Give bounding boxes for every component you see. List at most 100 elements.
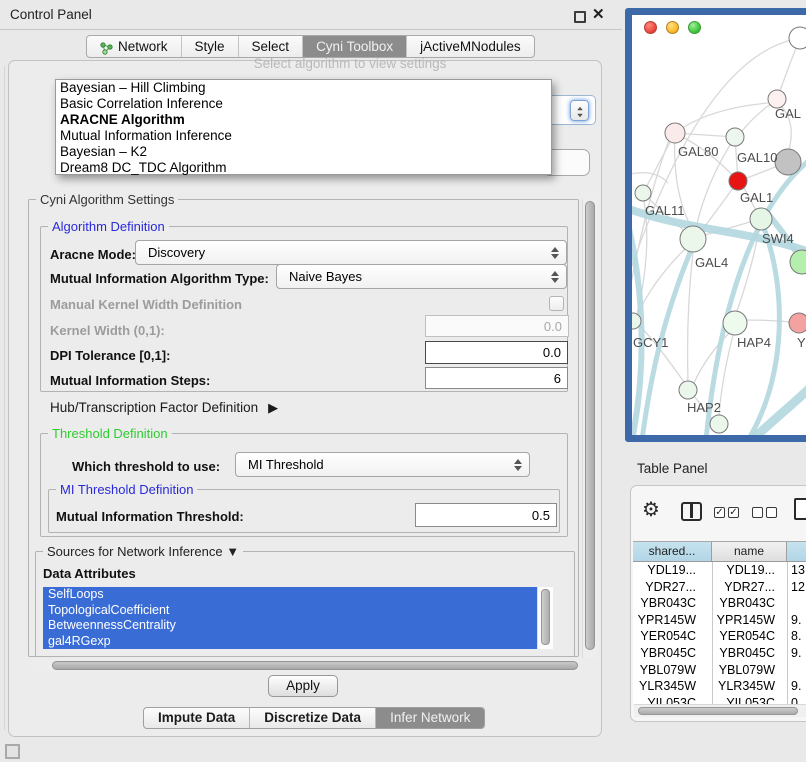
scrollbar-thumb[interactable]	[541, 589, 550, 645]
new-table-icon[interactable]	[794, 498, 806, 520]
table-row[interactable]: YDL19...YDL19...13	[633, 562, 806, 579]
network-node[interactable]	[789, 27, 806, 49]
select-all-icon[interactable]: ✓	[714, 507, 725, 518]
minimized-panel-icon[interactable]	[5, 744, 20, 759]
table-row[interactable]: YPR145WYPR145W9.	[633, 612, 806, 629]
tab-jactivemnodules[interactable]: jActiveMNodules	[407, 36, 534, 57]
window-zoom-icon[interactable]	[688, 21, 701, 34]
combo-stepper-icon[interactable]	[570, 100, 589, 121]
tab-select[interactable]: Select	[239, 36, 304, 57]
network-node[interactable]	[775, 149, 801, 175]
float-window-icon[interactable]	[574, 11, 586, 23]
bottom-tab-impute-data[interactable]: Impute Data	[144, 708, 250, 728]
algorithm-option[interactable]: Mutual Information Inference	[56, 128, 551, 144]
table-row[interactable]: YER054CYER054C8.	[633, 628, 806, 645]
kernel-width-field[interactable]	[425, 315, 569, 337]
data-attributes-scrollbar[interactable]	[537, 587, 553, 649]
panel-left-divider	[4, 66, 5, 730]
table-cell: YER054C	[712, 628, 787, 645]
network-node[interactable]	[680, 226, 706, 252]
tab-cyni-toolbox[interactable]: Cyni Toolbox	[303, 36, 407, 57]
data-attribute-item[interactable]: gal4RGexp	[43, 634, 537, 649]
network-edge	[688, 252, 693, 381]
which-threshold-select[interactable]: MI Threshold	[235, 452, 530, 477]
mi-algorithm-type-select[interactable]: Naive Bayes	[276, 264, 567, 289]
window-minimize-icon[interactable]	[666, 21, 679, 34]
network-node[interactable]	[710, 415, 728, 433]
column-header[interactable]: shared...	[633, 542, 712, 561]
network-node[interactable]	[635, 185, 651, 201]
algorithm-combo-placeholder[interactable]: Select algorithm to view settings	[120, 56, 580, 71]
network-node[interactable]	[723, 311, 747, 335]
network-node[interactable]	[790, 250, 806, 274]
table-cell: 13	[787, 562, 806, 579]
network-canvas[interactable]: GAL80GAL10GAL11GAL1SWI4GAL4GCY1HAP4YHAP2…	[632, 15, 806, 435]
table-horizontal-scrollbar[interactable]	[634, 704, 806, 717]
window-close-icon[interactable]	[644, 21, 657, 34]
column-header[interactable]	[787, 542, 806, 561]
node-label: GAL1	[740, 190, 773, 205]
bottom-tab-discretize-data[interactable]: Discretize Data	[250, 708, 376, 728]
panel-title: Control Panel	[10, 7, 92, 22]
table-cell: 9.	[787, 612, 806, 629]
cyni-settings-title: Cyni Algorithm Settings	[36, 192, 178, 207]
table-cell: YLR345W	[633, 678, 712, 695]
node-label: GAL80	[678, 144, 718, 159]
algorithm-option[interactable]: Bayesian – K2	[56, 144, 551, 160]
table-body: YDL19...YDL19...13YDR27...YDR27...12YBR0…	[633, 562, 806, 704]
mi-steps-field[interactable]	[425, 367, 568, 389]
scrollbar-thumb[interactable]	[585, 201, 595, 650]
aracne-mode-label: Aracne Mode:	[50, 247, 136, 262]
network-edge-highlighted	[752, 383, 806, 435]
table-cell: YDL19...	[712, 562, 787, 579]
algorithm-option[interactable]: Basic Correlation Inference	[56, 96, 551, 112]
tab-style[interactable]: Style	[182, 36, 239, 57]
aracne-mode-select[interactable]: Discovery	[135, 240, 567, 265]
deselect-all-icon[interactable]	[766, 507, 777, 518]
data-attribute-item[interactable]: BetweennessCentrality	[43, 618, 537, 634]
table-row[interactable]: YDR27...YDR27...12	[633, 579, 806, 596]
bottom-tab-infer-network[interactable]: Infer Network	[376, 708, 484, 728]
select-all-icon[interactable]: ✓	[728, 507, 739, 518]
dpi-tolerance-field[interactable]	[425, 341, 568, 364]
column-header[interactable]: name	[712, 542, 787, 561]
mi-threshold-label: Mutual Information Threshold:	[56, 509, 244, 524]
network-node[interactable]	[679, 381, 697, 399]
data-attributes-label: Data Attributes	[43, 566, 136, 581]
data-attribute-item[interactable]: TopologicalCoefficient	[43, 603, 537, 619]
table-row[interactable]: YIL053CYIL053C0.	[633, 695, 806, 704]
mi-threshold-field[interactable]	[415, 503, 557, 527]
apply-button[interactable]: Apply	[268, 675, 338, 697]
tab-network[interactable]: Network	[87, 36, 182, 57]
network-node[interactable]	[726, 128, 744, 146]
table-row[interactable]: YBR045CYBR045C9.	[633, 645, 806, 662]
algorithm-option[interactable]: ARACNE Algorithm	[56, 112, 551, 128]
network-node[interactable]	[729, 172, 747, 190]
sources-group-title[interactable]: Sources for Network Inference ▼	[43, 544, 243, 559]
close-icon[interactable]: ✕	[592, 6, 605, 24]
column-divider	[712, 562, 713, 704]
hub-definition-toggle[interactable]: Hub/Transcription Factor Definition▶	[50, 400, 278, 416]
table-row[interactable]: YBL079WYBL079W	[633, 662, 806, 679]
control-panel-titlebar: Control Panel	[0, 0, 622, 30]
table-header-row: shared...name	[633, 541, 806, 562]
manual-kernel-checkbox[interactable]	[549, 296, 564, 311]
node-label: Y	[797, 335, 806, 350]
scrollbar-thumb[interactable]	[52, 661, 578, 670]
data-attribute-item[interactable]: SelfLoops	[43, 587, 537, 603]
table-cell: YPR145W	[633, 612, 712, 629]
network-node[interactable]	[665, 123, 685, 143]
gear-icon[interactable]: ⚙	[642, 497, 660, 522]
table-cell: YPR145W	[712, 612, 787, 629]
network-node[interactable]	[789, 313, 806, 333]
network-view-window[interactable]: GAL80GAL10GAL11GAL1SWI4GAL4GCY1HAP4YHAP2…	[625, 8, 806, 442]
algorithm-option[interactable]: Dream8 DC_TDC Algorithm	[56, 160, 551, 176]
algorithm-option[interactable]: Bayesian – Hill Climbing	[56, 80, 551, 96]
network-node[interactable]	[750, 208, 772, 230]
combo-stepper-icon	[547, 243, 563, 262]
table-row[interactable]: YBR043CYBR043C	[633, 595, 806, 612]
table-row[interactable]: YLR345WYLR345W9.	[633, 678, 806, 695]
scrollbar-thumb[interactable]	[638, 707, 798, 715]
columns-icon[interactable]	[681, 502, 702, 521]
deselect-all-icon[interactable]	[752, 507, 763, 518]
